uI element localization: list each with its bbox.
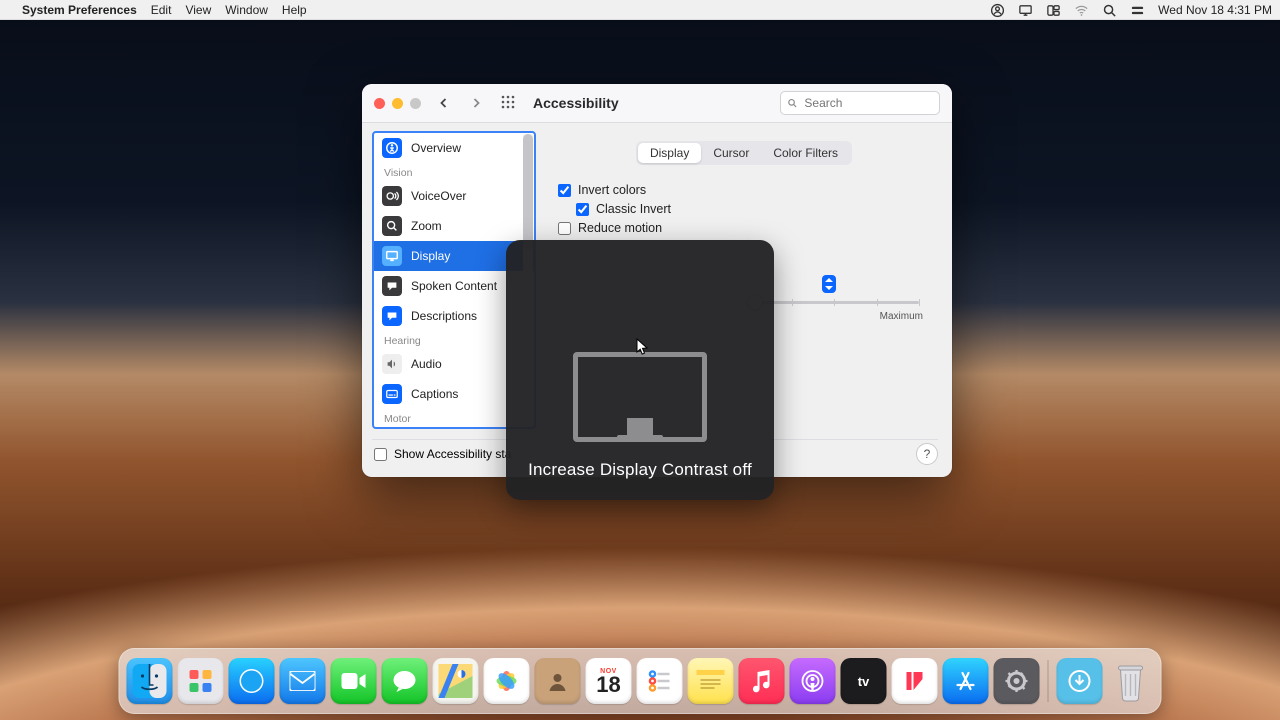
sidebar-item-overview[interactable]: Overview: [374, 133, 534, 163]
dock-app-calendar[interactable]: NOV18: [586, 658, 632, 704]
display-tabs: Display Cursor Color Filters: [636, 141, 852, 165]
dock-app-music[interactable]: [739, 658, 785, 704]
sidebar-item-label: Zoom: [411, 219, 442, 233]
control-center-icon[interactable]: [1046, 3, 1061, 18]
dock-app-messages[interactable]: [382, 658, 428, 704]
sidebar-item-label: Descriptions: [411, 309, 477, 323]
show-all-button[interactable]: [500, 94, 518, 112]
dock-app-system-preferences[interactable]: [994, 658, 1040, 704]
dock-app-reminders[interactable]: [637, 658, 683, 704]
dock-app-contacts[interactable]: [535, 658, 581, 704]
contrast-hud: Increase Display Contrast off: [506, 240, 774, 500]
dock-separator: [1048, 660, 1049, 702]
checkbox-show-accessibility-status[interactable]: Show Accessibility sta: [374, 447, 511, 461]
menu-bar: System Preferences Edit View Window Help…: [0, 0, 1280, 20]
checkbox-reduce-motion[interactable]: Reduce motion: [558, 219, 930, 237]
spotlight-icon[interactable]: [1102, 3, 1117, 18]
window-title: Accessibility: [533, 95, 619, 111]
traffic-lights: [374, 98, 421, 109]
menu-help[interactable]: Help: [282, 3, 307, 17]
search-field[interactable]: [780, 91, 940, 115]
menu-window[interactable]: Window: [225, 3, 268, 17]
dock-app-facetime[interactable]: [331, 658, 377, 704]
dock-app-maps[interactable]: [433, 658, 479, 704]
zoom-icon: [382, 216, 402, 236]
sidebar-item-label: Captions: [411, 387, 458, 401]
sidebar-item-voiceover[interactable]: VoiceOver: [374, 181, 534, 211]
dock-trash[interactable]: [1108, 658, 1154, 704]
tab-cursor[interactable]: Cursor: [701, 143, 761, 163]
checkbox-invert-colors[interactable]: Invert colors: [558, 181, 930, 199]
captions-icon: [382, 384, 402, 404]
value-stepper[interactable]: [822, 275, 836, 293]
spoken-content-icon: [382, 276, 402, 296]
search-icon: [787, 97, 797, 109]
sidebar-item-label: Display: [411, 249, 450, 263]
display-menu-icon[interactable]: [1018, 3, 1033, 18]
descriptions-icon: [382, 306, 402, 326]
window-minimize-button[interactable]: [392, 98, 403, 109]
checkbox-classic-invert[interactable]: Classic Invert: [576, 200, 930, 218]
sidebar-item-zoom[interactable]: Zoom: [374, 211, 534, 241]
dock-app-safari[interactable]: [229, 658, 275, 704]
dock-app-photos[interactable]: [484, 658, 530, 704]
dock-folder-downloads[interactable]: [1057, 658, 1103, 704]
tab-display[interactable]: Display: [638, 143, 701, 163]
dock-app-finder[interactable]: [127, 658, 173, 704]
menu-view[interactable]: View: [185, 3, 211, 17]
wifi-icon[interactable]: [1074, 3, 1089, 18]
user-switch-icon[interactable]: [990, 3, 1005, 18]
dock: NOV18 tv: [119, 648, 1162, 714]
window-zoom-button: [410, 98, 421, 109]
audio-icon: [382, 354, 402, 374]
tab-color-filters[interactable]: Color Filters: [761, 143, 850, 163]
display-icon: [382, 246, 402, 266]
contrast-slider[interactable]: Maximum: [749, 301, 919, 304]
dock-app-tv[interactable]: tv: [841, 658, 887, 704]
back-button[interactable]: [435, 94, 453, 112]
voiceover-icon: [382, 186, 402, 206]
app-menu[interactable]: System Preferences: [22, 3, 137, 17]
control-strip-icon[interactable]: [1130, 3, 1145, 18]
hud-display-stand: [627, 418, 653, 436]
sidebar-item-label: Audio: [411, 357, 442, 371]
dock-app-appstore[interactable]: [943, 658, 989, 704]
sidebar-item-label: Spoken Content: [411, 279, 497, 293]
window-close-button[interactable]: [374, 98, 385, 109]
dock-app-notes[interactable]: [688, 658, 734, 704]
dock-app-podcasts[interactable]: [790, 658, 836, 704]
help-button[interactable]: ?: [916, 443, 938, 465]
sidebar-item-label: VoiceOver: [411, 189, 466, 203]
window-titlebar: Accessibility: [362, 84, 952, 123]
overview-icon: [382, 138, 402, 158]
forward-button: [467, 94, 485, 112]
hud-text: Increase Display Contrast off: [528, 460, 752, 480]
slider-max-label: Maximum: [880, 311, 923, 322]
search-input[interactable]: [802, 95, 933, 111]
sidebar-group-vision: Vision: [374, 163, 534, 181]
sidebar-scroll-thumb[interactable]: [523, 134, 533, 250]
dock-app-mail[interactable]: [280, 658, 326, 704]
menu-bar-clock[interactable]: Wed Nov 18 4:31 PM: [1158, 3, 1272, 17]
dock-app-launchpad[interactable]: [178, 658, 224, 704]
sidebar-item-label: Overview: [411, 141, 461, 155]
dock-app-news[interactable]: [892, 658, 938, 704]
menu-edit[interactable]: Edit: [151, 3, 172, 17]
